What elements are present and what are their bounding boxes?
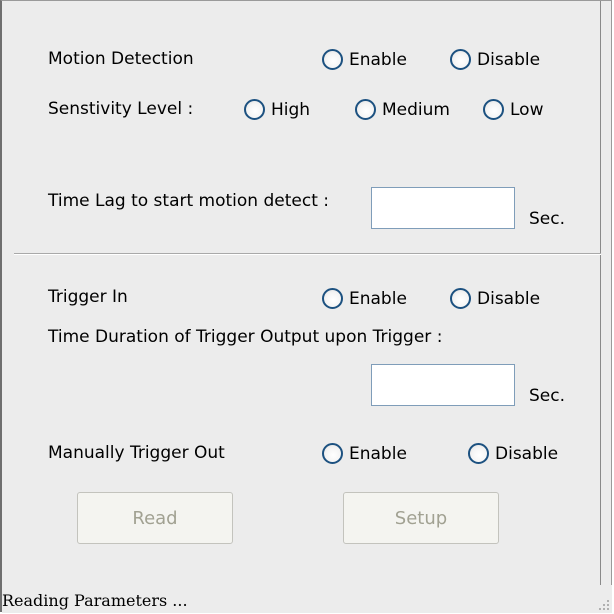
trigger-disable-radio[interactable]: Disable	[450, 288, 540, 309]
radio-circle-icon	[322, 443, 343, 464]
sensitivity-low-label: Low	[510, 99, 544, 120]
radio-circle-icon	[450, 49, 471, 70]
trigger-duration-input[interactable]	[371, 364, 515, 406]
radio-circle-icon	[322, 288, 343, 309]
motion-detection-label: Motion Detection	[48, 49, 194, 69]
trigger-in-label: Trigger In	[48, 287, 128, 307]
motion-disable-label: Disable	[477, 49, 541, 70]
trigger-duration-label: Time Duration of Trigger Output upon Tri…	[48, 327, 443, 347]
manual-trigger-label: Manually Trigger Out	[48, 443, 225, 463]
time-lag-label: Time Lag to start motion detect :	[48, 191, 330, 211]
trigger-enable-radio[interactable]: Enable	[322, 288, 407, 309]
radio-circle-icon	[450, 288, 471, 309]
manual-trigger-enable-label: Enable	[349, 443, 407, 464]
trigger-duration-unit: Sec.	[529, 386, 566, 406]
sensitivity-medium-radio[interactable]: Medium	[355, 99, 450, 120]
trigger-enable-label: Enable	[349, 288, 407, 309]
radio-circle-icon	[468, 443, 489, 464]
status-text: Reading Parameters ...	[2, 591, 188, 610]
manual-trigger-disable-label: Disable	[495, 443, 559, 464]
sensitivity-medium-label: Medium	[382, 99, 450, 120]
radio-circle-icon	[244, 99, 265, 120]
motion-detection-panel: Motion Detection Enable Disable Senstivi…	[14, 1, 601, 253]
motion-enable-label: Enable	[349, 49, 407, 70]
sensitivity-high-radio[interactable]: High	[244, 99, 310, 120]
motion-disable-radio[interactable]: Disable	[450, 49, 540, 70]
sensitivity-low-radio[interactable]: Low	[483, 99, 543, 120]
motion-enable-radio[interactable]: Enable	[322, 49, 407, 70]
sensitivity-high-label: High	[271, 99, 311, 120]
trigger-disable-label: Disable	[477, 288, 541, 309]
status-bar: Reading Parameters ...	[2, 585, 612, 613]
settings-window: Motion Detection Enable Disable Senstivi…	[0, 0, 612, 613]
radio-circle-icon	[483, 99, 504, 120]
resize-grip-icon[interactable]	[596, 597, 610, 611]
time-lag-input[interactable]	[371, 187, 515, 229]
radio-circle-icon	[322, 49, 343, 70]
time-lag-unit: Sec.	[529, 209, 566, 229]
manual-trigger-disable-radio[interactable]: Disable	[468, 443, 558, 464]
manual-trigger-enable-radio[interactable]: Enable	[322, 443, 407, 464]
radio-circle-icon	[355, 99, 376, 120]
setup-button[interactable]: Setup	[343, 492, 499, 544]
trigger-panel: Trigger In Enable Disable Time Duration …	[14, 255, 601, 585]
read-button[interactable]: Read	[77, 492, 233, 544]
sensitivity-label: Senstivity Level :	[48, 99, 194, 119]
